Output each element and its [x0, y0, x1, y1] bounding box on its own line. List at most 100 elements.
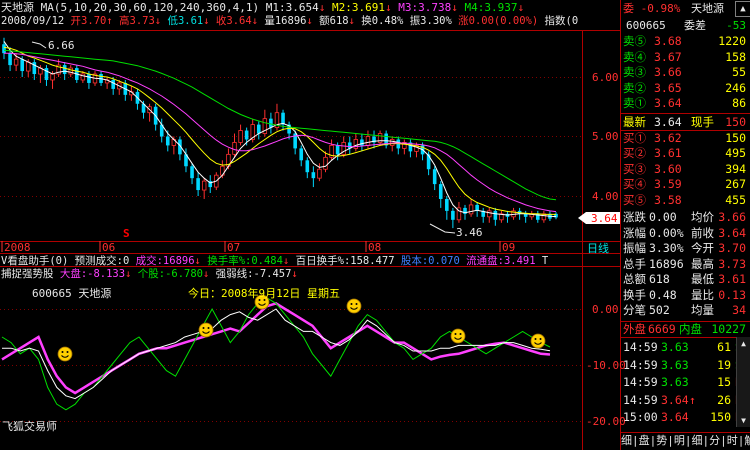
- candlestick-series: [2, 37, 558, 229]
- last-label: 最新: [623, 115, 646, 129]
- tick-time: 15:00: [623, 410, 658, 424]
- candle: [445, 196, 449, 220]
- candle: [311, 166, 316, 188]
- x-tick-label: 07: [227, 241, 240, 254]
- y-tick-label: -20.00: [586, 415, 626, 428]
- bar-date: 2008/09/12: [1, 15, 65, 27]
- sell-volume: 158: [725, 49, 746, 64]
- smiley-icon: [450, 328, 466, 344]
- sell-volume: 246: [725, 80, 746, 95]
- header-line-2: 2008/09/12 开3.70↑ 高3.73↓ 低3.61↓ 收3.64↓ 量…: [1, 15, 579, 27]
- stat-label: 分笔: [623, 303, 646, 317]
- stat-label: 最低: [691, 272, 714, 286]
- watermark: 飞狐交易师: [2, 419, 57, 433]
- bar-amplitude: 振3.30%: [409, 15, 452, 27]
- buy-volume: 267: [725, 177, 746, 192]
- outer-label: 外盘: [623, 322, 646, 336]
- period-tab-daily[interactable]: 日线: [587, 241, 609, 255]
- y-tick-label: -10.00: [586, 359, 626, 372]
- candle: [396, 136, 401, 155]
- indicator-bar: V看盘助手(0) 预测成交:0 成交:16896↓ 换手率%:0.484↓ 百日…: [1, 255, 549, 267]
- tick-volume: 15: [717, 375, 731, 389]
- capital-value: 股本:0.070: [400, 255, 460, 267]
- candle: [190, 163, 194, 185]
- price-gridlines: [0, 77, 582, 422]
- candle: [299, 145, 304, 167]
- x-tick-label: 2008: [4, 241, 31, 254]
- sell-row[interactable]: 卖③ 3.66 55: [621, 65, 750, 80]
- diff-label: 委差: [684, 19, 706, 32]
- strength-code-name: 600665 天地源: [32, 287, 112, 300]
- candle: [104, 77, 110, 89]
- market-value: 大盘:-8.133: [59, 268, 126, 280]
- tick-row: 15:003.64150B: [621, 410, 750, 425]
- stat-label: 今开: [691, 241, 714, 255]
- candle: [372, 130, 376, 149]
- buy-row[interactable]: 买④ 3.59 267: [621, 177, 750, 192]
- stat-label: 振幅: [623, 241, 646, 255]
- ma-line-m2: [3, 46, 556, 215]
- bottom-tabs[interactable]: 细|盘|势|明|细|分|时|解: [621, 432, 750, 449]
- strength-series-line: [2, 308, 551, 400]
- buy-row[interactable]: 买② 3.61 495: [621, 146, 750, 161]
- down-arrow-icon: ↓: [385, 1, 392, 14]
- stat-row: 总手 16896 最高 3.73: [621, 257, 750, 271]
- down-arrow-icon: ↓: [451, 1, 458, 14]
- stat-value: 0.13: [718, 287, 746, 302]
- outer-value: 6669: [648, 322, 676, 336]
- buy-price: 3.59: [654, 177, 682, 192]
- indicator-extra: T: [541, 255, 549, 267]
- bar-volume: 量16896: [264, 15, 307, 27]
- triangle-down-icon[interactable]: ▼: [737, 414, 750, 427]
- triangle-up-icon: ▲: [740, 4, 746, 14]
- candle: [232, 133, 237, 158]
- stat-row: 涨幅 0.00% 前收 3.64: [621, 226, 750, 240]
- tick-scrollbar[interactable]: ▲ ▼: [736, 337, 750, 427]
- stat-label: 均量: [691, 303, 714, 317]
- ma-m1: M1:3.654: [265, 1, 319, 14]
- stat-label: 最高: [691, 256, 714, 271]
- sell-row[interactable]: 卖① 3.64 86: [621, 96, 750, 111]
- dividend-marker: S: [123, 227, 130, 240]
- strength-header: 捕捉强势股 大盘:-8.133↓ 个股:-6.780↓ 强弱线:-7.457↓: [1, 268, 298, 280]
- today-label: 今日：2008年9月12日 星期五: [188, 287, 340, 300]
- candle: [432, 166, 437, 191]
- buy-volume: 455: [725, 192, 746, 207]
- candle: [481, 207, 486, 223]
- stat-label: 涨跌: [623, 210, 646, 224]
- indicator-title[interactable]: V看盘助手(0): [1, 255, 68, 267]
- stat-label: 换手: [623, 287, 646, 302]
- tick-row: 14:593.6361S: [621, 340, 750, 355]
- svg-text:3.46: 3.46: [456, 226, 483, 239]
- candle: [475, 201, 479, 217]
- candle: [2, 37, 6, 60]
- candle: [323, 151, 328, 173]
- x-axis: 2008 06 07 08 09: [1, 241, 515, 254]
- buy-row[interactable]: 买③ 3.60 394: [621, 162, 750, 177]
- tick-time: 14:59: [623, 392, 658, 407]
- inner-label: 内盘: [679, 322, 702, 336]
- candle: [377, 130, 383, 146]
- float-shares: 流通盘:3.491: [466, 255, 536, 267]
- last-hand: 150: [725, 115, 746, 129]
- bar-open: 开3.70: [70, 15, 107, 27]
- tick-price: 3.63: [661, 357, 689, 372]
- triangle-up-icon[interactable]: ▲: [737, 337, 750, 350]
- index-label: 指数(0: [544, 15, 579, 27]
- y-tick-label: 6.00: [592, 71, 619, 84]
- stat-value: 0.00%: [649, 225, 684, 240]
- sell-row[interactable]: 卖② 3.65 246: [621, 81, 750, 96]
- stat-row: 振幅 3.30% 今开 3.70: [621, 241, 750, 255]
- sell-row[interactable]: 卖④ 3.67 158: [621, 50, 750, 65]
- buy-row[interactable]: 买① 3.62 150: [621, 131, 750, 146]
- scroll-up-button[interactable]: ▲: [735, 1, 750, 17]
- bar-turnover: 换0.48%: [361, 15, 404, 27]
- sell-label: 卖①: [623, 96, 646, 111]
- strength-lines: [1, 297, 551, 411]
- sell-label: 卖④: [623, 49, 646, 64]
- buy-row[interactable]: 买⑤ 3.58 455: [621, 193, 750, 208]
- candle: [438, 181, 443, 208]
- stat-label: 量比: [691, 287, 714, 302]
- sell-row[interactable]: 卖⑤ 3.68 1220: [621, 34, 750, 49]
- stat-value: 0.48: [649, 287, 677, 302]
